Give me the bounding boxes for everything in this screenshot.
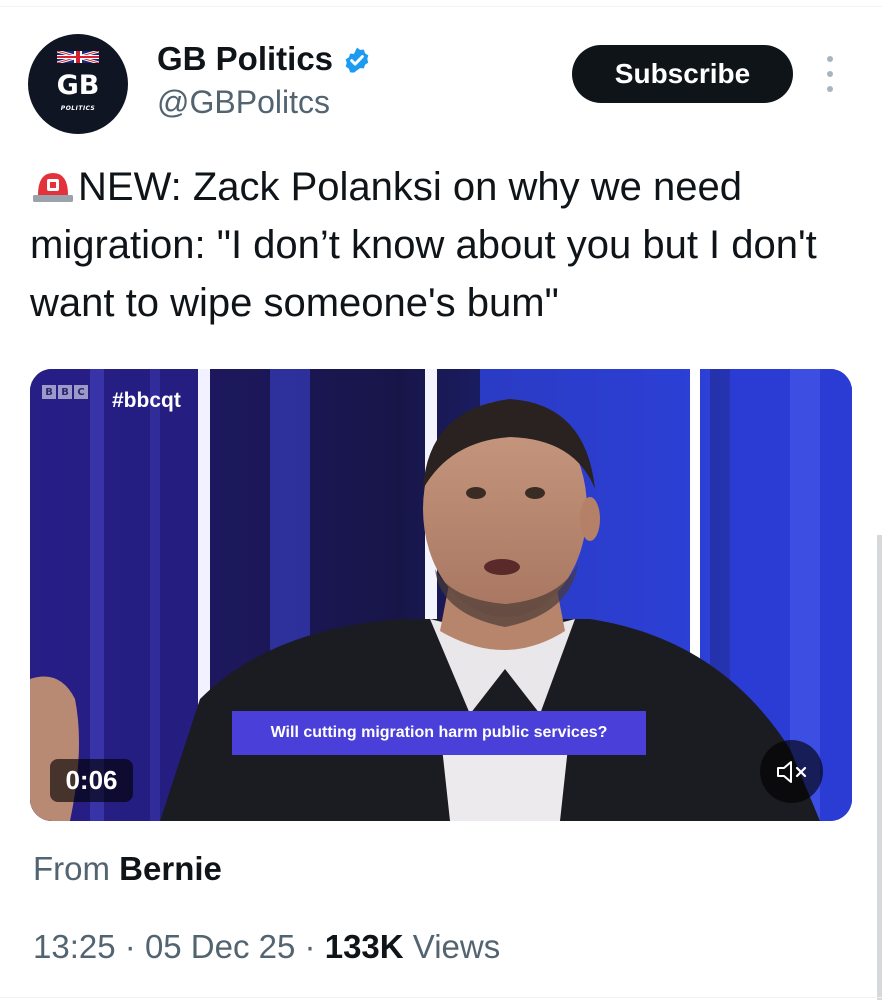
mute-button[interactable]: [760, 740, 823, 803]
tweet-text: NEW: Zack Polanksi on why we need migrat…: [30, 165, 817, 325]
views-count[interactable]: 133K: [325, 928, 404, 965]
subscribe-button[interactable]: Subscribe: [572, 45, 793, 103]
account-display-name[interactable]: GB Politics: [157, 40, 333, 78]
video-player[interactable]: B B C #bbcqt Will cutting migration harm…: [30, 369, 852, 821]
tweet-meta: 13:25 · 05 Dec 25 · 133K Views: [33, 928, 500, 966]
from-prefix: From: [33, 850, 110, 887]
top-divider: [0, 6, 882, 7]
avatar-logo-text: GB: [56, 70, 100, 101]
account-display-name-row[interactable]: GB Politics: [157, 40, 373, 78]
profile-avatar[interactable]: GB POLITICS: [28, 34, 128, 134]
verified-badge-icon: [345, 47, 369, 73]
bbc-logo-letter: B: [58, 385, 72, 399]
scrollbar[interactable]: [877, 535, 882, 1000]
from-name-link[interactable]: Bernie: [119, 850, 222, 887]
siren-icon: [33, 173, 73, 202]
meta-separator: ·: [304, 928, 316, 965]
bbc-logo-letter: B: [42, 385, 56, 399]
from-attribution: From Bernie: [33, 850, 222, 888]
more-dot: [827, 86, 833, 92]
union-flag-icon: [57, 51, 99, 63]
views-label: Views: [412, 928, 501, 965]
tweet-time[interactable]: 13:25: [33, 928, 116, 965]
account-handle[interactable]: @GBPolitcs: [157, 84, 330, 121]
bottom-divider: [0, 997, 882, 998]
bbc-logo: B B C: [42, 385, 88, 399]
video-duration-badge: 0:06: [50, 759, 133, 802]
more-dot: [827, 56, 833, 62]
tweet-date[interactable]: 05 Dec 25: [145, 928, 295, 965]
video-caption: Will cutting migration harm public servi…: [232, 711, 646, 755]
meta-separator: ·: [124, 928, 136, 965]
bbc-logo-letter: C: [74, 385, 88, 399]
more-vertical-icon[interactable]: [820, 56, 840, 92]
volume-muted-icon: [776, 760, 806, 783]
video-hashtag: #bbcqt: [112, 389, 181, 412]
tweet-text-block: NEW: Zack Polanksi on why we need migrat…: [30, 158, 860, 332]
avatar-logo-subtext: POLITICS: [60, 105, 96, 112]
more-dot: [827, 71, 833, 77]
